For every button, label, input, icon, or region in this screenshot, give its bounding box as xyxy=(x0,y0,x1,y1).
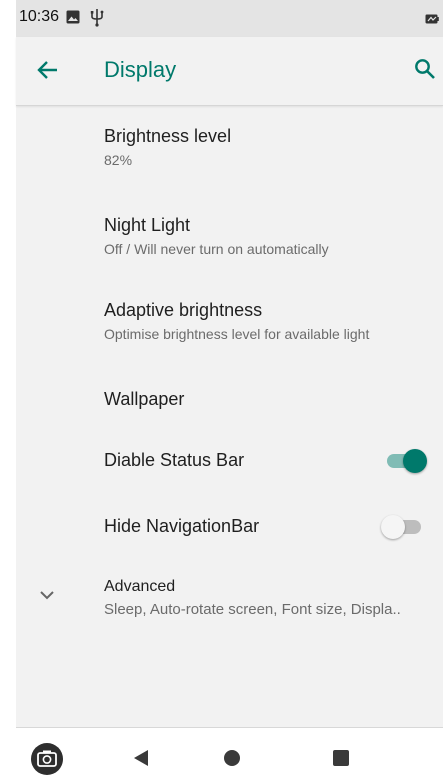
switch-thumb xyxy=(403,449,427,473)
recents-square-icon[interactable] xyxy=(333,750,349,766)
image-icon xyxy=(66,10,80,24)
disable-status-bar-switch[interactable] xyxy=(387,449,427,473)
wallpaper-title: Wallpaper xyxy=(104,389,185,409)
brightness-level-item[interactable]: Brightness level 82% xyxy=(16,106,443,175)
usb-icon xyxy=(90,9,104,27)
back-arrow-icon[interactable] xyxy=(35,57,61,83)
night-light-item[interactable]: Night Light Off / Will never turn on aut… xyxy=(16,175,443,270)
disable-status-bar-title: Diable Status Bar xyxy=(104,450,245,470)
wallpaper-item[interactable]: Wallpaper xyxy=(16,362,443,428)
hide-navigation-bar-switch[interactable] xyxy=(381,515,421,539)
night-light-summary: Off / Will never turn on automatically xyxy=(104,241,329,257)
advanced-title: Advanced xyxy=(104,578,176,595)
app-bar: Display xyxy=(16,37,443,106)
advanced-summary: Sleep, Auto-rotate screen, Font size, Di… xyxy=(104,601,401,618)
battery-icon xyxy=(425,14,439,24)
brightness-level-summary: 82% xyxy=(104,152,133,168)
status-bar: 10:36 xyxy=(16,0,443,37)
night-light-title: Night Light xyxy=(104,215,191,235)
adaptive-brightness-summary: Optimise brightness level for available … xyxy=(104,326,370,342)
page-title: Display xyxy=(104,57,177,82)
adaptive-brightness-title: Adaptive brightness xyxy=(104,300,263,320)
settings-screen: 10:36 Display Brightness level 82% Night… xyxy=(16,0,443,784)
status-time: 10:36 xyxy=(19,8,60,25)
chevron-down-icon xyxy=(40,591,54,600)
adaptive-brightness-item[interactable]: Adaptive brightness Optimise brightness … xyxy=(16,270,443,362)
camera-icon[interactable] xyxy=(30,742,64,776)
hide-navigation-bar-title: Hide NavigationBar xyxy=(104,516,260,536)
settings-list: Brightness level 82% Night Light Off / W… xyxy=(16,106,443,640)
hide-navigation-bar-item[interactable]: Hide NavigationBar xyxy=(16,494,443,560)
advanced-item[interactable]: Advanced Sleep, Auto-rotate screen, Font… xyxy=(16,560,443,640)
navigation-bar xyxy=(16,727,443,784)
disable-status-bar-item[interactable]: Diable Status Bar xyxy=(16,428,443,494)
switch-thumb xyxy=(381,515,405,539)
brightness-level-title: Brightness level xyxy=(104,126,232,146)
search-icon[interactable] xyxy=(413,57,437,81)
home-circle-icon[interactable] xyxy=(224,750,240,766)
back-triangle-icon[interactable] xyxy=(132,748,150,768)
